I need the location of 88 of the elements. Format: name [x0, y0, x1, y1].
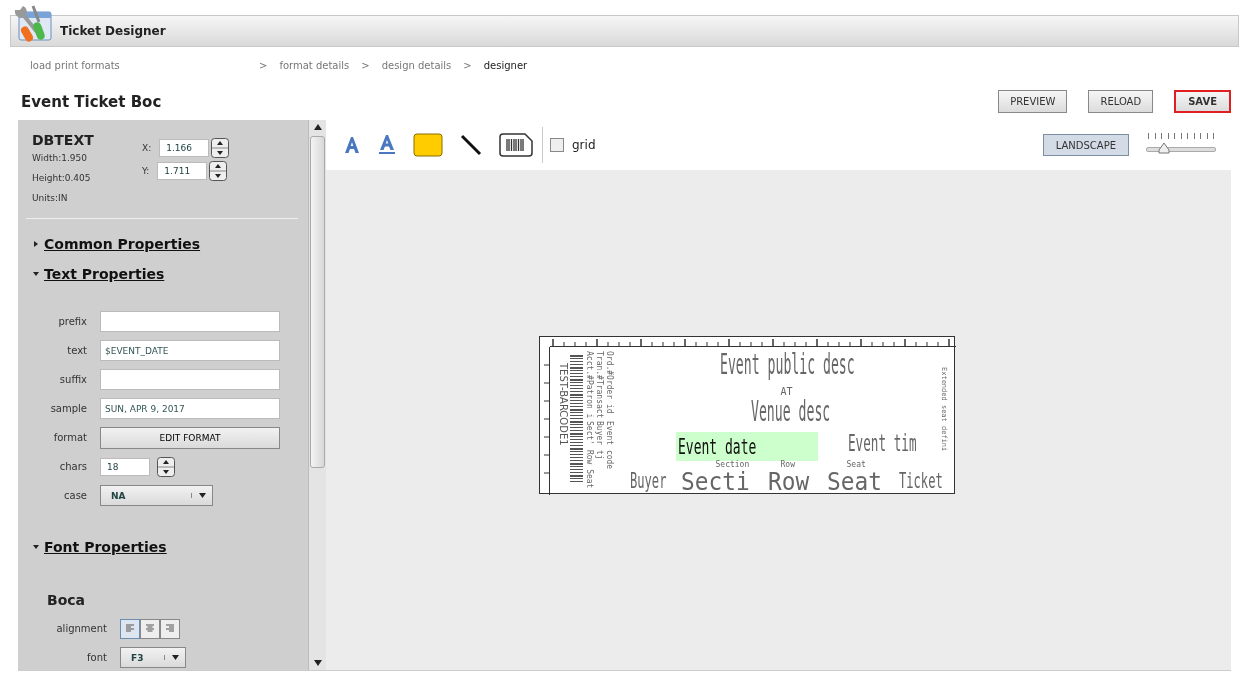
align-lines-icon [166, 624, 174, 633]
field-label: suffix [58, 374, 87, 385]
element-type: DBTEXT [32, 132, 95, 148]
chars-field[interactable]: 18 [100, 457, 150, 476]
line-tool-icon[interactable] [460, 134, 482, 156]
align-right-button[interactable] [160, 618, 180, 639]
ticket-caption: Section [715, 461, 750, 469]
landscape-toggle[interactable]: LANDSCAPE [1042, 134, 1129, 156]
selected-ticket-field[interactable]: Event date [675, 432, 818, 461]
ticket-field: Event public desc [719, 351, 855, 379]
ticket-field: Ord.#Order id [604, 351, 613, 414]
ticket-field: Buyer [629, 470, 666, 492]
spinner-arrows-icon[interactable] [157, 456, 175, 477]
ticket-field: Seat [826, 470, 882, 494]
breadcrumb-link[interactable]: designer [483, 59, 528, 71]
field-label: font [86, 652, 107, 663]
slider-thumb[interactable] [1157, 142, 1170, 154]
field-label: case [63, 490, 87, 501]
coordinate-field[interactable]: 1.711 [157, 161, 208, 180]
ticket-field: Buyer tj [594, 421, 603, 460]
barcode-caption: TEST-BARCODE1 [557, 363, 568, 446]
align-lines-icon [146, 624, 154, 633]
text-field[interactable] [100, 311, 280, 332]
ticket-field: Venue desc [750, 398, 830, 426]
breadcrumb-separator: > [361, 59, 370, 71]
case-dropdown[interactable]: NA [100, 485, 213, 506]
breadcrumb-link[interactable]: format details [279, 59, 350, 71]
align-center-button[interactable] [140, 618, 160, 639]
caret-icon [198, 493, 206, 498]
field-label: alignment [55, 623, 107, 634]
action-button[interactable]: PREVIEW [998, 90, 1068, 113]
scroll-up-icon[interactable] [313, 124, 322, 130]
width-readout: Width:1.950 [32, 152, 88, 165]
coordinate-field[interactable]: 1.166 [159, 138, 210, 157]
action-button[interactable]: RELOAD [1088, 90, 1154, 113]
disclosure-triangle-icon [32, 240, 40, 248]
ticket-field: Acct.#Patron i [584, 351, 593, 419]
ticket-caption: Seat [846, 461, 866, 469]
text-field[interactable] [100, 369, 280, 390]
scroll-down-icon[interactable] [313, 660, 322, 666]
ticket-field: Tran.#Transact [594, 351, 603, 419]
scrollbar[interactable] [308, 120, 326, 670]
coordinate-label: X: [142, 141, 152, 155]
breadcrumb-separator: > [463, 59, 472, 71]
ticket-field: Sect' Row Seat [584, 421, 593, 489]
field-label: text [66, 345, 87, 356]
grid-checkbox[interactable] [550, 138, 564, 152]
ticket-field: Event code [604, 421, 613, 470]
align-left-button[interactable] [120, 618, 140, 639]
breadcrumb-link[interactable]: design details [381, 59, 452, 71]
ticket-field: Event tim [847, 432, 917, 455]
ticket-field: AT [780, 387, 793, 397]
text-field[interactable]: SUN, APR 9, 2017 [100, 398, 280, 419]
ticket-caption: Row [780, 461, 795, 469]
text-tool-icon[interactable] [343, 136, 361, 154]
field-label: prefix [57, 316, 87, 327]
field-label: sample [49, 403, 87, 414]
zoom-slider[interactable] [1146, 133, 1216, 157]
ticket-field: Row [767, 470, 809, 494]
height-readout: Height:0.405 [32, 172, 92, 185]
section-header[interactable]: Common Properties [32, 229, 294, 259]
breadcrumb-link[interactable]: load print formats [30, 59, 255, 71]
caret-icon [171, 655, 179, 660]
grid-label: grid [572, 138, 596, 152]
text-field[interactable]: $EVENT_DATE [100, 340, 280, 361]
rectangle-tool-icon[interactable] [413, 133, 443, 157]
action-button[interactable]: SAVE [1174, 90, 1231, 113]
coordinate-label: Y: [142, 164, 150, 178]
align-lines-icon [126, 624, 134, 633]
page-title: Event Ticket Boc [21, 92, 162, 111]
field-label: chars [58, 461, 87, 472]
breadcrumb-separator: > [259, 59, 268, 71]
underlined-text-tool-icon[interactable] [378, 135, 396, 155]
units-readout: Units:IN [32, 192, 69, 205]
section-header[interactable]: Font Properties [32, 532, 294, 562]
spinner-arrows-icon[interactable] [211, 137, 230, 158]
font-dropdown[interactable]: F3 [120, 647, 186, 668]
printer-name: Boca [47, 592, 87, 608]
spinner-arrows-icon[interactable] [209, 160, 228, 181]
field-label: format [52, 432, 87, 443]
disclosure-triangle-icon [32, 270, 40, 278]
ticket-field: Secti [680, 470, 750, 494]
app-title: Ticket Designer [60, 24, 166, 38]
barcode-tool-icon[interactable] [499, 133, 533, 157]
disclosure-triangle-icon [32, 543, 40, 551]
edit-format-button[interactable]: EDIT FORMAT [100, 426, 280, 449]
ticket-field: Ticket [898, 470, 943, 492]
section-header[interactable]: Text Properties [32, 259, 294, 289]
